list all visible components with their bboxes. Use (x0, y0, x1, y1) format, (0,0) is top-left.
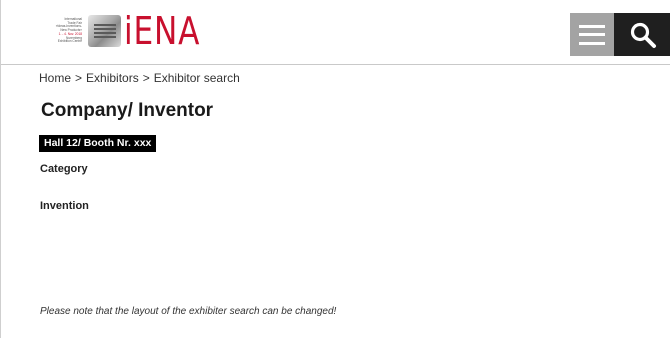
breadcrumb-exhibitors[interactable]: Exhibitors (86, 71, 139, 85)
search-icon (630, 22, 656, 48)
search-button[interactable] (614, 13, 670, 56)
layout-note: Please note that the layout of the exhib… (40, 306, 337, 317)
page-title: Company/ Inventor (41, 100, 214, 121)
breadcrumb-home[interactable]: Home (39, 71, 71, 85)
logo-fair-info: International Trade Fair »Ideas-Inventio… (31, 12, 85, 50)
breadcrumb: Home > Exhibitors > Exhibitor search (39, 71, 240, 85)
hamburger-icon (579, 24, 605, 45)
logo-emblem-icon (88, 15, 121, 47)
breadcrumb-separator: > (142, 71, 150, 85)
page: International Trade Fair »Ideas-Inventio… (0, 0, 670, 338)
category-label: Category (40, 163, 88, 175)
menu-button[interactable] (570, 13, 614, 56)
iena-logo[interactable]: International Trade Fair »Ideas-Inventio… (31, 11, 217, 51)
logo-wordmark: iENA (124, 9, 201, 53)
site-header: International Trade Fair »Ideas-Inventio… (1, 0, 670, 65)
invention-label: Invention (40, 200, 89, 212)
booth-badge: Hall 12/ Booth Nr. xxx (39, 135, 157, 152)
breadcrumb-separator: > (75, 71, 83, 85)
breadcrumb-current: Exhibitor search (153, 71, 240, 85)
logo-line: Exhibition Centre (57, 39, 82, 44)
